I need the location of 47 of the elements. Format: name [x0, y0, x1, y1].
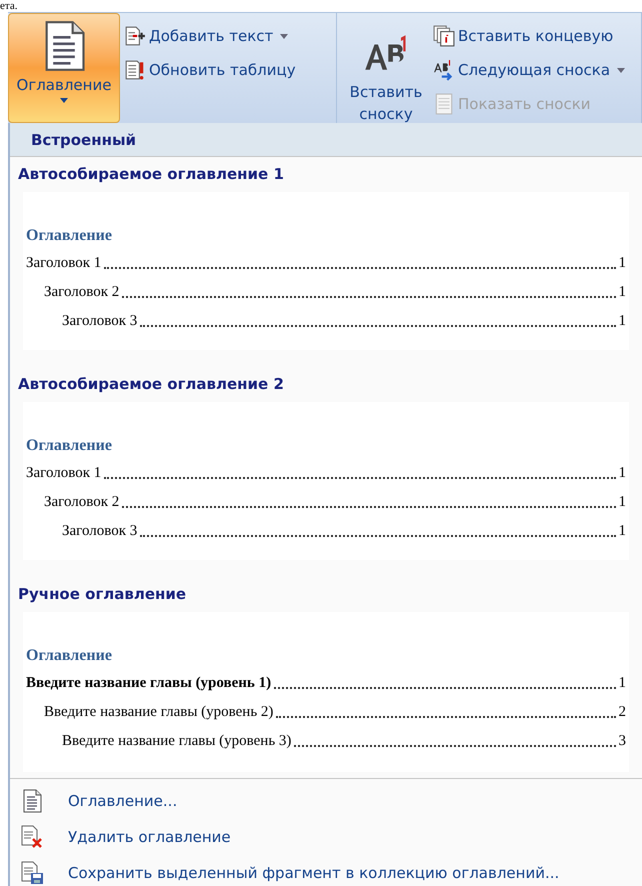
toc-preview[interactable]: Оглавление Заголовок 1 1 Заголовок 2 1 Заголовок 3 1 [23, 192, 629, 350]
toc-preview[interactable]: Оглавление Введите название главы (уровень 1) 1 Введите название главы (уровень 2) 2 Введите название главы (уровень 3) 3 [23, 612, 629, 772]
toc-entry-text: Заголовок 2 [44, 492, 120, 512]
toolbar-button[interactable]: Добавить текст [124, 21, 296, 51]
delete-icon [20, 825, 44, 849]
page-number: 1 [618, 254, 626, 272]
page-number: 3 [618, 732, 626, 750]
page-number: 1 [618, 282, 626, 302]
page-number: 1 [618, 312, 626, 330]
toc-heading: Оглавление [26, 647, 113, 665]
stacked-pages-icon [433, 25, 455, 47]
toc-entry-text: Заголовок 1 [26, 464, 102, 482]
dropdown-arrow-icon [60, 98, 68, 103]
page-number: 1 [618, 464, 626, 482]
document-text: ета. [0, 0, 18, 12]
toc-heading: Оглавление [26, 437, 113, 455]
toc-entry-text: Заголовок 1 [26, 254, 102, 272]
list-icon [433, 93, 455, 115]
next-footnote-icon [433, 59, 455, 81]
menu-item[interactable]: Оглавление... [10, 783, 642, 819]
toc-entry-text: Введите название главы (уровень 1) [26, 674, 272, 692]
toc-heading: Оглавление [26, 227, 113, 245]
dropdown-arrow-icon [280, 34, 288, 38]
menu-item[interactable]: Удалить оглавление [10, 819, 642, 855]
toc-entry-text: Заголовок 3 [62, 522, 138, 540]
update-icon [124, 59, 146, 81]
toc-preview[interactable]: Оглавление Заголовок 1 1 Заголовок 2 1 Заголовок 3 1 [23, 402, 629, 560]
ribbon-button[interactable]: Оглавление [8, 13, 120, 123]
toc-entry-text: Введите название главы (уровень 3) [62, 732, 292, 750]
toolbar-button[interactable]: Обновить таблицу [124, 55, 296, 85]
gallery-item-title: Автособираемое оглавление 1 [17, 164, 285, 185]
ribbon-button[interactable]: Вставить сноску [343, 13, 429, 123]
page-number: 1 [618, 522, 626, 540]
toolbar-button[interactable]: Вставить концевую [433, 21, 626, 51]
dropdown-arrow-icon [617, 68, 626, 72]
toolbar-button[interactable]: Следующая сноска [433, 55, 626, 85]
gallery-item-title: Ручное оглавление [17, 584, 188, 605]
category-header: Встроенный [10, 123, 642, 157]
page-number: 1 [618, 492, 626, 512]
toc-entry-text: Введите название главы (уровень 2) [44, 702, 274, 722]
toc-entry-text: Заголовок 3 [62, 312, 138, 330]
page-number: 2 [618, 702, 626, 722]
menu-item[interactable]: Сохранить выделенный фрагмент в коллекцию оглавлений... [10, 855, 642, 886]
gallery-item-title: Автособираемое оглавление 2 [17, 374, 285, 395]
toc-entry-text: Заголовок 2 [44, 282, 120, 302]
add-text-icon [124, 25, 146, 47]
page-number: 1 [618, 674, 626, 692]
